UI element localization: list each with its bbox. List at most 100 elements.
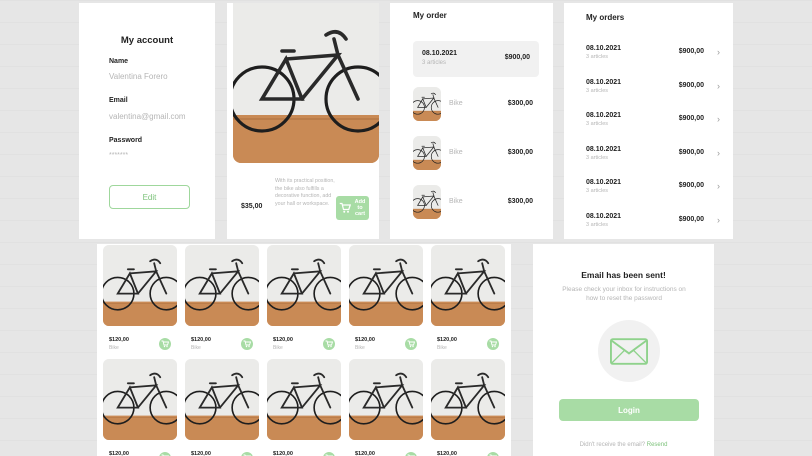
- bike-photo: [349, 245, 423, 326]
- name-field[interactable]: Valentina Forero: [109, 72, 168, 81]
- bike-photo: [413, 185, 441, 219]
- order-item-price: $300,00: [507, 100, 533, 107]
- bike-photo: [185, 359, 259, 440]
- order-row[interactable]: 08.10.2021 3 articles $900,00 ›: [586, 144, 722, 170]
- product-tile[interactable]: $120,00Bike: [185, 359, 259, 456]
- order-row[interactable]: 08.10.2021 3 articles $900,00 ›: [586, 211, 722, 237]
- add-to-cart-button[interactable]: [323, 452, 335, 456]
- order-date: 08.10.2021: [422, 50, 458, 57]
- order-total: $900,00: [678, 148, 704, 156]
- product-tile-name: Bike: [109, 345, 119, 351]
- email-label: Email: [109, 97, 128, 104]
- add-to-cart-button[interactable]: [487, 452, 499, 456]
- order-item[interactable]: Bike $300,00: [413, 136, 539, 170]
- page-title: My account: [120, 35, 174, 46]
- product-tile[interactable]: $120,00Bike: [103, 359, 177, 456]
- order-date: 08.10.2021: [586, 78, 622, 86]
- product-tile-image: [185, 359, 259, 440]
- order-item-name: Bike: [449, 100, 463, 107]
- cart-icon: [407, 340, 415, 348]
- add-to-cart-button[interactable]: [323, 338, 335, 350]
- order-date: 08.10.2021: [586, 213, 622, 220]
- password-field[interactable]: *******: [109, 152, 128, 159]
- bike-photo: [413, 87, 441, 121]
- add-to-cart-button[interactable]: [241, 338, 253, 350]
- order-total: $900,00: [678, 48, 704, 55]
- my-account-card: My account Name Valentina Forero Email v…: [79, 3, 215, 239]
- product-tile-image: [185, 245, 259, 326]
- order-date: 08.10.2021: [586, 45, 622, 52]
- order-article-count: 3 articles: [586, 121, 609, 128]
- envelope-icon: [610, 337, 648, 365]
- order-item-image: [413, 185, 441, 219]
- product-tile-price: $120,00: [355, 451, 375, 456]
- product-tile[interactable]: $120,00Bike: [431, 245, 505, 355]
- resend-link[interactable]: Resend: [647, 442, 668, 448]
- product-tile-price: $120,00: [191, 451, 211, 456]
- order-row[interactable]: 08.10.2021 3 articles $900,00 ›: [586, 43, 722, 69]
- order-date: 08.10.2021: [586, 145, 622, 153]
- product-tile-name: Bike: [273, 345, 283, 351]
- password-label: Password: [109, 137, 143, 144]
- product-tile[interactable]: $120,00Bike: [349, 245, 423, 355]
- add-to-cart-button[interactable]: [405, 338, 417, 350]
- product-tile[interactable]: $120,00Bike: [185, 245, 259, 355]
- product-tile-image: [349, 245, 423, 326]
- cart-icon: [339, 202, 351, 213]
- product-tile[interactable]: $120,00Bike: [103, 245, 177, 355]
- add-to-cart-button[interactable]: [241, 452, 253, 456]
- order-article-count: 3 articles: [586, 188, 609, 195]
- order-item-image: [413, 136, 441, 170]
- order-date: 08.10.2021: [586, 112, 622, 120]
- bike-photo: [185, 245, 259, 326]
- product-tile[interactable]: $120,00Bike: [267, 359, 341, 456]
- my-order-card: My order 08.10.2021 3 articles $900,00 B…: [390, 3, 553, 239]
- product-price: $35,00: [241, 203, 263, 210]
- product-tile-price: $120,00: [437, 337, 457, 343]
- order-item[interactable]: Bike $300,00: [413, 185, 539, 219]
- chevron-right-icon: ›: [717, 215, 720, 225]
- email-field[interactable]: valentina@gmail.com: [109, 112, 186, 121]
- order-item-name: Bike: [449, 198, 463, 205]
- chevron-right-icon: ›: [717, 80, 720, 91]
- cart-icon: [489, 340, 497, 348]
- bike-photo: [103, 359, 177, 440]
- product-tile-image: [431, 245, 505, 326]
- add-to-cart-label: Add to cart: [354, 198, 366, 218]
- bike-photo: [431, 245, 505, 326]
- order-row[interactable]: 08.10.2021 3 articles $900,00 ›: [586, 110, 722, 136]
- product-tile[interactable]: $120,00Bike: [431, 359, 505, 456]
- product-tile-price: $120,00: [437, 451, 457, 456]
- add-to-cart-button[interactable]: [159, 452, 171, 456]
- edit-button[interactable]: Edit: [109, 185, 190, 209]
- order-total: $900,00: [678, 182, 704, 190]
- product-tile-price: $120,00: [273, 337, 293, 343]
- chevron-right-icon: ›: [717, 181, 720, 192]
- email-sent-card: Email has been sent! Please check your i…: [533, 244, 714, 456]
- login-button[interactable]: Login: [559, 399, 699, 421]
- product-tile-name: Bike: [355, 345, 365, 351]
- order-summary[interactable]: 08.10.2021 3 articles $900,00: [413, 41, 539, 77]
- order-row[interactable]: 08.10.2021 3 articles $900,00 ›: [586, 177, 722, 203]
- order-row[interactable]: 08.10.2021 3 articles $900,00 ›: [586, 77, 722, 103]
- product-tile-image: [103, 245, 177, 326]
- order-item-price: $300,00: [507, 149, 533, 156]
- product-tile-price: $120,00: [273, 451, 293, 456]
- order-article-count: 3 articles: [586, 54, 609, 60]
- add-to-cart-button[interactable]: [405, 452, 417, 456]
- product-detail-card: $35,00 With its practical position, the …: [227, 3, 379, 239]
- bike-photo: [431, 359, 505, 440]
- order-item[interactable]: Bike $300,00: [413, 87, 539, 121]
- add-to-cart-button[interactable]: [487, 338, 499, 350]
- product-tile[interactable]: $120,00Bike: [349, 359, 423, 456]
- chevron-right-icon: ›: [717, 47, 720, 57]
- product-tile-name: Bike: [191, 345, 201, 351]
- bike-photo: [413, 136, 441, 170]
- product-tile[interactable]: $120,00 Bike: [267, 245, 341, 355]
- cart-icon: [325, 340, 333, 348]
- mail-illustration: [598, 320, 660, 382]
- order-article-count: 3 articles: [586, 222, 609, 228]
- add-to-cart-button[interactable]: [159, 338, 171, 350]
- bike-photo: [103, 245, 177, 326]
- add-to-cart-button[interactable]: Add to cart: [336, 196, 369, 220]
